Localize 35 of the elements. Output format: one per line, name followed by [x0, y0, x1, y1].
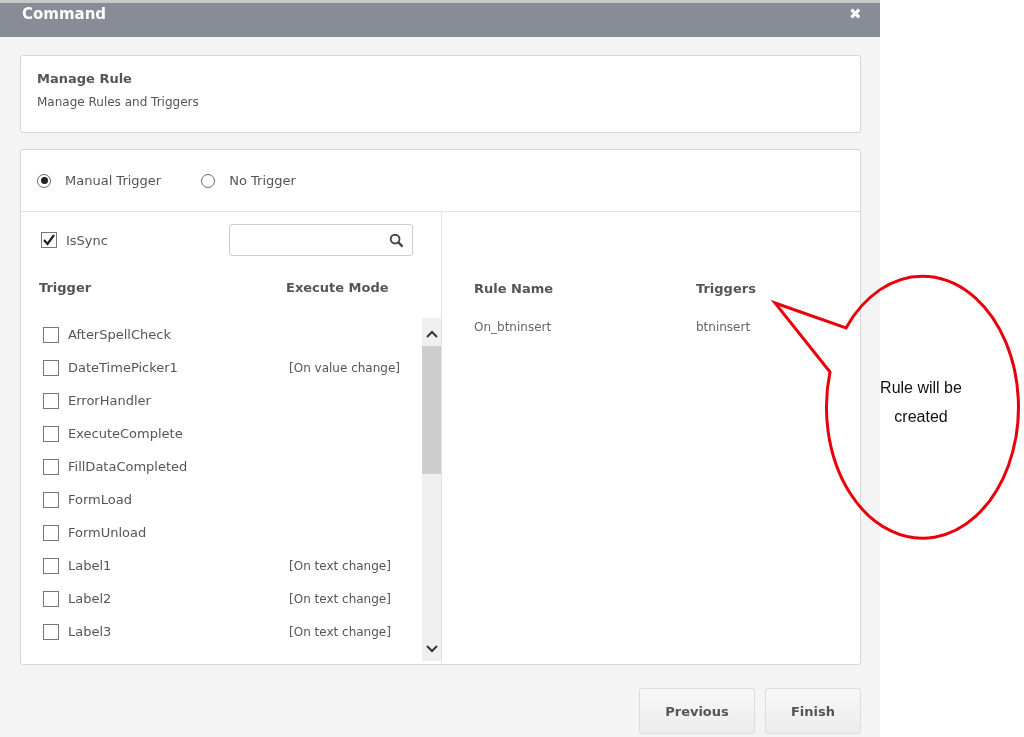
- table-cell: btninsert: [696, 320, 751, 334]
- trigger-checkbox[interactable]: DateTimePicker1: [43, 359, 289, 376]
- finish-button[interactable]: Finish: [765, 688, 861, 734]
- column-header: Trigger: [39, 280, 93, 297]
- trigger-checkbox[interactable]: Label1: [43, 557, 289, 574]
- section-subtitle: Manage Rules and Triggers: [37, 95, 199, 109]
- table-cell-text: On_btninsert: [474, 320, 553, 334]
- column-header: Rule Name: [474, 281, 555, 296]
- trigger-checkbox[interactable]: Label2: [43, 590, 289, 607]
- trigger-checkbox[interactable]: ErrorHandler: [43, 392, 289, 409]
- trigger-checkbox[interactable]: Label3: [43, 623, 289, 640]
- trigger-checkbox[interactable]: ExecuteComplete: [43, 425, 289, 442]
- trigger-checkbox[interactable]: AfterSpellCheck: [43, 326, 289, 343]
- execute-mode: [On value change]: [289, 360, 400, 375]
- previous-button[interactable]: Previous: [639, 688, 755, 734]
- scroll-up-icon[interactable]: [425, 330, 438, 338]
- scroll-down-icon[interactable]: [425, 645, 438, 653]
- search-field[interactable]: [229, 224, 413, 256]
- column-header: Execute Mode: [286, 280, 389, 297]
- window-title: Command: [22, 5, 107, 23]
- column-header: Triggers: [696, 281, 756, 296]
- trigger-checkbox[interactable]: FormLoad: [43, 491, 289, 508]
- execute-mode: [On text change]: [289, 591, 391, 606]
- section-title: Manage Rule: [37, 71, 132, 86]
- execute-mode: [On text change]: [289, 624, 391, 639]
- callout-text: Rule will be created: [879, 378, 963, 427]
- issync-checkbox[interactable]: IsSync: [41, 232, 108, 248]
- trigger-checkbox[interactable]: FormUnload: [43, 524, 289, 541]
- execute-mode: [On text change]: [289, 558, 391, 573]
- search-icon: [389, 232, 404, 248]
- radio-option[interactable]: No Trigger: [201, 173, 296, 188]
- radio-option[interactable]: Manual Trigger: [37, 173, 162, 188]
- scrollbar[interactable]: [422, 318, 441, 661]
- trigger-checkbox[interactable]: FillDataCompleted: [43, 458, 289, 475]
- scroll-thumb[interactable]: [422, 346, 441, 474]
